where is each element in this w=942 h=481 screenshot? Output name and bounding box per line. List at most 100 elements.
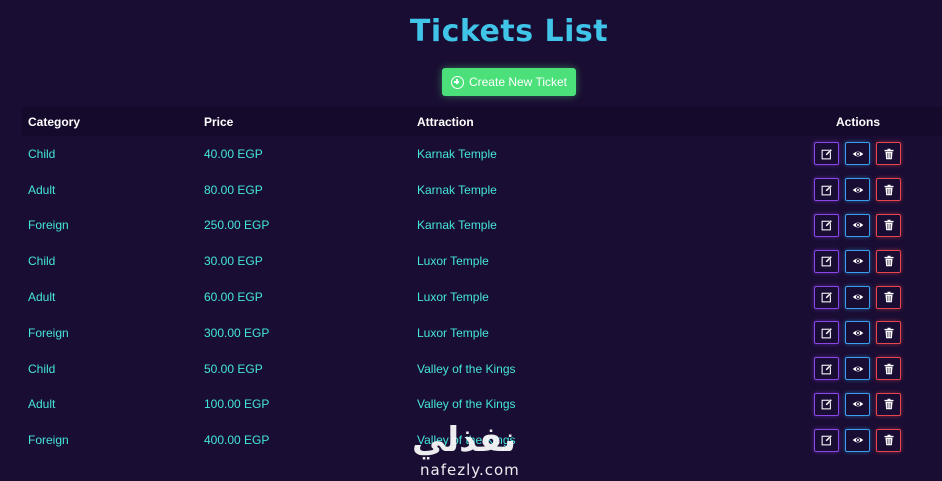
row-actions — [814, 249, 901, 273]
row-actions — [814, 321, 901, 345]
table-row: Adult 80.00 EGP Karnak Temple — [22, 172, 942, 208]
row-actions — [814, 213, 901, 237]
table-row: Foreign 300.00 EGP Luxor Temple — [22, 315, 942, 351]
eye-icon — [852, 402, 863, 407]
edit-icon — [821, 291, 832, 303]
eye-icon — [852, 366, 863, 372]
cell-category: Foreign — [28, 325, 69, 340]
eye-icon — [852, 437, 863, 443]
view-button[interactable] — [845, 392, 870, 416]
table-row: Adult 60.00 EGP Luxor Temple — [22, 279, 942, 315]
table-body: Child 40.00 EGP Karnak Temple Adult 80.0… — [22, 136, 942, 458]
row-actions — [814, 142, 901, 166]
eye-icon — [852, 187, 863, 193]
edit-icon — [821, 363, 832, 375]
table-row: Foreign 250.00 EGP Karnak Temple — [22, 208, 942, 244]
cell-category: Child — [28, 361, 56, 376]
delete-button[interactable] — [876, 178, 901, 202]
trash-icon — [884, 256, 893, 267]
tickets-table: Category Price Attraction Actions Child … — [22, 107, 942, 458]
eye-icon — [852, 151, 863, 157]
table-row: Adult 100.00 EGP Valley of the Kings — [22, 387, 942, 423]
edit-icon — [821, 327, 832, 339]
view-button[interactable] — [845, 249, 870, 273]
edit-button[interactable] — [814, 392, 839, 416]
delete-button[interactable] — [876, 249, 901, 273]
view-button[interactable] — [845, 213, 870, 237]
trash-icon — [884, 327, 893, 339]
table-row: Foreign 400.00 EGP Valley of the Kings — [22, 422, 942, 458]
edit-button[interactable] — [814, 357, 839, 381]
edit-button[interactable] — [814, 178, 839, 202]
edit-icon — [821, 184, 832, 196]
delete-button[interactable] — [876, 357, 901, 381]
table-header: Category Price Attraction Actions — [22, 107, 942, 136]
create-new-ticket-button[interactable]: Create New Ticket — [442, 68, 576, 96]
edit-button[interactable] — [814, 142, 839, 166]
eye-icon — [852, 223, 863, 228]
edit-icon — [821, 434, 832, 446]
delete-button[interactable] — [876, 321, 901, 345]
edit-button[interactable] — [814, 249, 839, 273]
header-attraction: Attraction — [417, 114, 474, 129]
delete-button[interactable] — [876, 428, 901, 452]
cell-attraction: Karnak Temple — [417, 182, 497, 197]
cell-attraction: Karnak Temple — [417, 146, 497, 161]
view-button[interactable] — [845, 428, 870, 452]
edit-button[interactable] — [814, 321, 839, 345]
edit-icon — [821, 148, 832, 160]
delete-button[interactable] — [876, 285, 901, 309]
cell-price: 100.00 EGP — [204, 397, 270, 412]
cell-attraction: Luxor Temple — [417, 325, 489, 340]
trash-icon — [884, 148, 893, 160]
plus-circle-icon — [450, 75, 464, 89]
table-row: Child 30.00 EGP Luxor Temple — [22, 243, 942, 279]
cell-price: 60.00 EGP — [204, 290, 263, 305]
cell-attraction: Valley of the Kings — [417, 433, 516, 448]
cell-attraction: Karnak Temple — [417, 218, 497, 233]
header-category: Category — [28, 114, 81, 129]
row-actions — [814, 392, 901, 416]
delete-button[interactable] — [876, 142, 901, 166]
cell-price: 50.00 EGP — [204, 361, 263, 376]
view-button[interactable] — [845, 321, 870, 345]
trash-icon — [884, 435, 893, 446]
cell-category: Adult — [28, 182, 56, 197]
edit-button[interactable] — [814, 213, 839, 237]
row-actions — [814, 357, 901, 381]
header-actions: Actions — [835, 114, 880, 129]
create-new-ticket-label: Create New Ticket — [468, 75, 568, 89]
cell-price: 40.00 EGP — [204, 146, 263, 161]
cell-price: 300.00 EGP — [204, 325, 270, 340]
cell-category: Foreign — [28, 218, 69, 233]
edit-button[interactable] — [814, 285, 839, 309]
eye-icon — [852, 330, 863, 336]
cell-price: 80.00 EGP — [204, 182, 263, 197]
edit-icon — [821, 220, 832, 231]
delete-button[interactable] — [876, 213, 901, 237]
edit-icon — [821, 399, 832, 410]
trash-icon — [884, 220, 893, 231]
cell-price: 250.00 EGP — [204, 218, 270, 233]
delete-button[interactable] — [876, 392, 901, 416]
view-button[interactable] — [845, 357, 870, 381]
page-title: Tickets List — [409, 14, 609, 49]
trash-icon — [884, 291, 893, 303]
cell-attraction: Valley of the Kings — [417, 361, 516, 376]
table-row: Child 50.00 EGP Valley of the Kings — [22, 351, 942, 387]
edit-icon — [821, 255, 832, 267]
view-button[interactable] — [845, 285, 870, 309]
cell-price: 30.00 EGP — [204, 254, 263, 269]
cell-attraction: Luxor Temple — [417, 254, 489, 269]
cell-category: Foreign — [28, 433, 69, 448]
row-actions — [814, 178, 901, 202]
table-row: Child 40.00 EGP Karnak Temple — [22, 136, 942, 172]
trash-icon — [884, 363, 893, 374]
cell-category: Adult — [28, 290, 56, 305]
cell-category: Adult — [28, 397, 56, 412]
header-price: Price — [204, 114, 234, 129]
view-button[interactable] — [845, 178, 870, 202]
edit-button[interactable] — [814, 428, 839, 452]
view-button[interactable] — [845, 142, 870, 166]
trash-icon — [884, 399, 893, 410]
